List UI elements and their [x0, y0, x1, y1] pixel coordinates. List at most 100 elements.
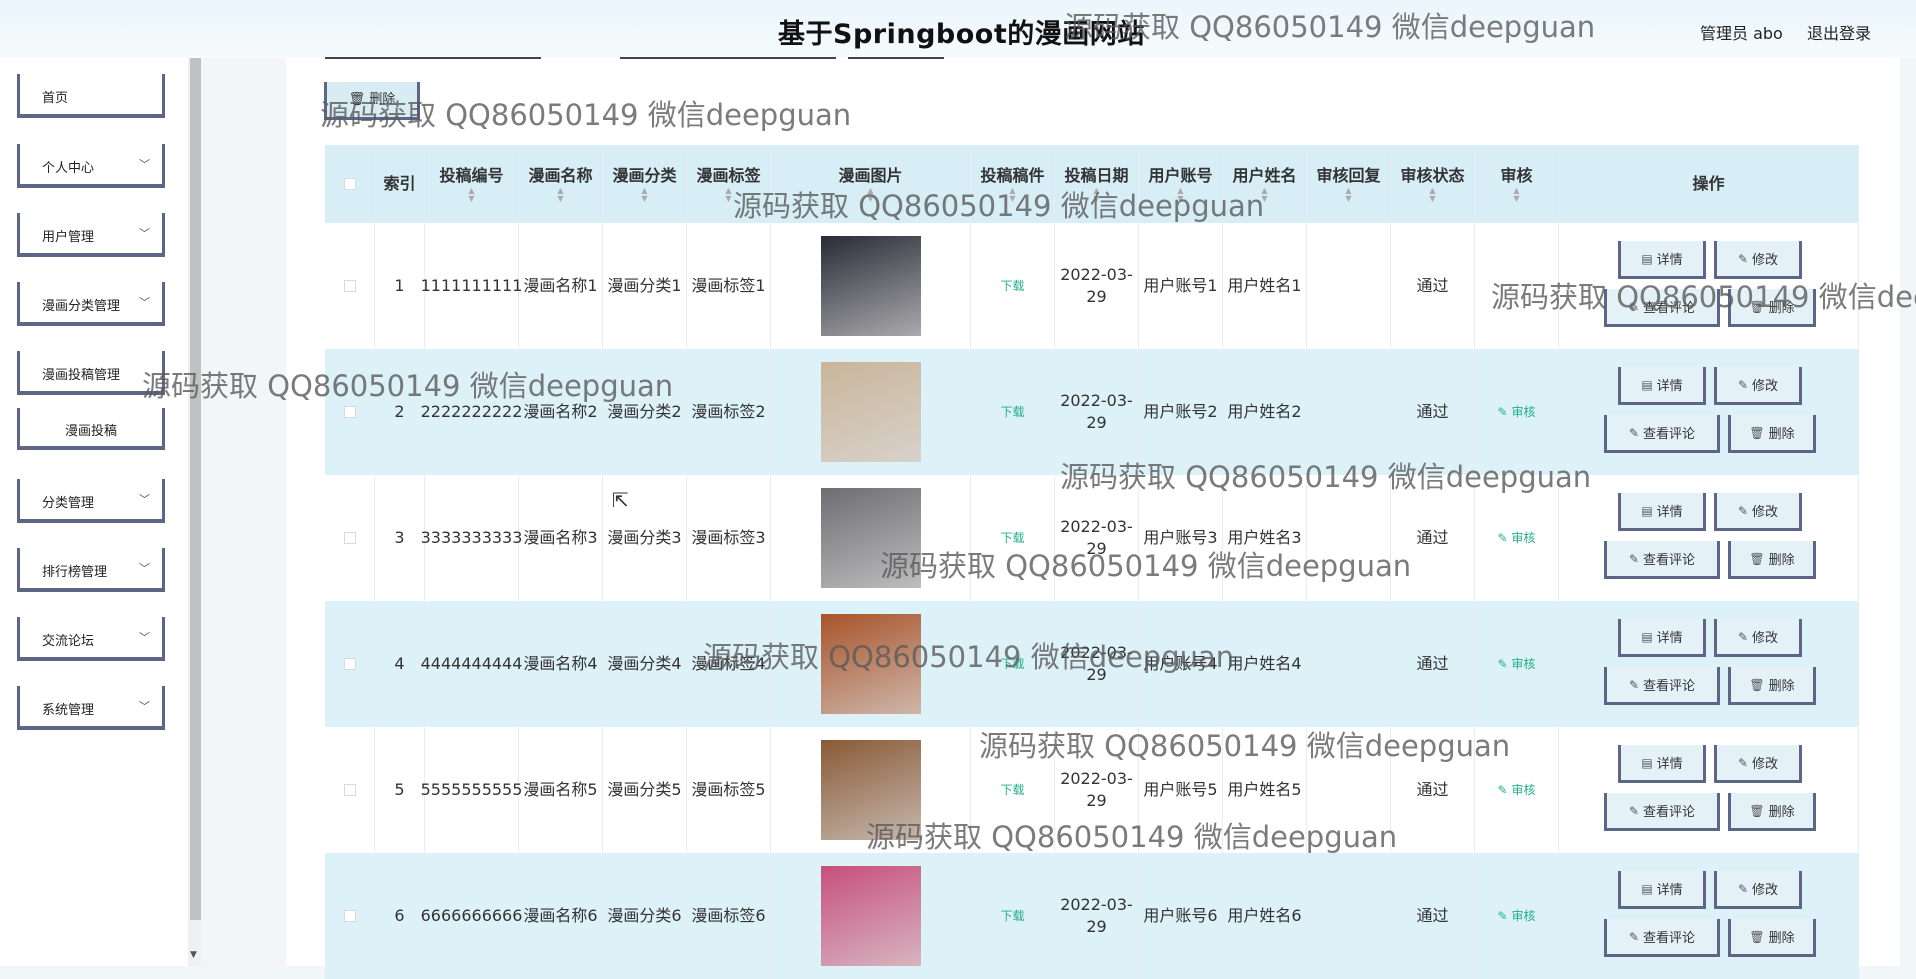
comic-cover-image[interactable]	[820, 488, 921, 588]
col-code[interactable]: 投稿编号 ▲ ▼	[425, 145, 519, 223]
select-all-checkbox[interactable]	[343, 178, 356, 190]
sidebar-item-ranking[interactable]: 排行榜管理 ﹀	[17, 548, 165, 592]
search-field-underline[interactable]	[620, 57, 836, 59]
sort-icon[interactable]: ▲ ▼	[1345, 187, 1351, 203]
col-category[interactable]: 漫画分类 ▲ ▼	[603, 145, 687, 223]
view-comments-button[interactable]: ✎ 查看评论	[1604, 667, 1720, 705]
sort-icon[interactable]: ▲ ▼	[557, 187, 563, 203]
edit-button-label: 修改	[1752, 631, 1779, 646]
edit-icon: ✎	[1737, 881, 1749, 896]
edit-button[interactable]: ✎ 修改	[1714, 871, 1802, 909]
col-file[interactable]: 投稿稿件 ▲ ▼	[971, 145, 1055, 223]
sort-icon[interactable]: ▲ ▼	[1093, 187, 1099, 203]
scroll-down-arrow-icon[interactable]: ▼	[190, 950, 197, 960]
col-name[interactable]: 漫画名称 ▲ ▼	[519, 145, 603, 223]
sort-icon[interactable]: ▲ ▼	[1261, 187, 1267, 203]
sort-icon[interactable]: ▲ ▼	[1009, 187, 1015, 203]
edit-button[interactable]: ✎ 修改	[1714, 745, 1802, 783]
edit-button[interactable]: ✎ 修改	[1714, 241, 1802, 279]
delete-button[interactable]: 🗑 删除	[1728, 919, 1816, 957]
sidebar-subitem-submission[interactable]: 漫画投稿	[17, 408, 165, 450]
view-comments-button[interactable]: ✎ 查看评论	[1604, 793, 1720, 831]
delete-button[interactable]: 🗑 删除	[1728, 415, 1816, 453]
col-username[interactable]: 用户姓名 ▲ ▼	[1223, 145, 1307, 223]
delete-button[interactable]: 🗑 删除	[1728, 793, 1816, 831]
detail-button[interactable]: ▤ 详情	[1618, 745, 1706, 783]
row-checkbox[interactable]	[343, 406, 356, 418]
search-field-underline[interactable]	[325, 57, 541, 59]
row-checkbox[interactable]	[343, 532, 356, 544]
col-tag[interactable]: 漫画标签 ▲ ▼	[687, 145, 771, 223]
sort-icon[interactable]: ▲ ▼	[1513, 187, 1519, 203]
col-date[interactable]: 投稿日期 ▲ ▼	[1055, 145, 1139, 223]
delete-button[interactable]: 🗑 删除	[1728, 289, 1816, 327]
audit-link[interactable]: ✎ 审核	[1498, 401, 1536, 423]
view-comments-button[interactable]: ✎ 查看评论	[1604, 919, 1720, 957]
cell-reply	[1307, 475, 1391, 601]
audit-link[interactable]: ✎ 审核	[1498, 527, 1536, 549]
sort-icon[interactable]: ▲ ▼	[867, 187, 873, 203]
row-checkbox[interactable]	[343, 910, 356, 922]
detail-button[interactable]: ▤ 详情	[1618, 871, 1706, 909]
detail-button[interactable]: ▤ 详情	[1618, 241, 1706, 279]
sidebar-item-forum[interactable]: 交流论坛 ﹀	[17, 617, 165, 661]
audit-link[interactable]: ✎ 审核	[1498, 653, 1536, 675]
download-link[interactable]: 下载	[1000, 779, 1024, 801]
row-checkbox[interactable]	[343, 784, 356, 796]
cell-category: 漫画分类6	[603, 853, 687, 979]
row-checkbox[interactable]	[343, 280, 356, 292]
comic-cover-image[interactable]	[820, 362, 921, 462]
sidebar-scrollbar-thumb[interactable]	[190, 58, 201, 920]
sidebar-item-users[interactable]: 用户管理 ﹀	[17, 213, 165, 257]
sidebar-item-system[interactable]: 系统管理 ﹀	[17, 686, 165, 730]
audit-link[interactable]: ✎ 审核	[1498, 905, 1536, 927]
download-link[interactable]: 下载	[1000, 275, 1024, 297]
col-image[interactable]: 漫画图片 ▲ ▼	[771, 145, 971, 223]
sort-icon[interactable]: ▲ ▼	[641, 187, 647, 203]
sidebar-item-categories[interactable]: 分类管理 ﹀	[17, 479, 165, 523]
edit-button[interactable]: ✎ 修改	[1714, 619, 1802, 657]
sidebar-item-submissions[interactable]: 漫画投稿管理	[17, 351, 165, 395]
batch-delete-button[interactable]: 🗑 删除	[324, 82, 420, 120]
download-link[interactable]: 下载	[1000, 527, 1024, 549]
detail-button[interactable]: ▤ 详情	[1618, 619, 1706, 657]
col-account[interactable]: 用户账号 ▲ ▼	[1139, 145, 1223, 223]
row-checkbox[interactable]	[343, 658, 356, 670]
col-reply[interactable]: 审核回复 ▲ ▼	[1307, 145, 1391, 223]
edit-button[interactable]: ✎ 修改	[1714, 493, 1802, 531]
edit-button[interactable]: ✎ 修改	[1714, 367, 1802, 405]
search-button-underline[interactable]	[848, 57, 944, 59]
delete-button[interactable]: 🗑 删除	[1728, 667, 1816, 705]
view-comments-button[interactable]: ✎ 查看评论	[1604, 289, 1720, 327]
sidebar-item-label: 用户管理	[42, 230, 95, 245]
comic-cover-image[interactable]	[820, 866, 921, 966]
view-comments-button[interactable]: ✎ 查看评论	[1604, 415, 1720, 453]
download-link[interactable]: 下载	[1000, 653, 1024, 675]
delete-button-label: 删除	[1768, 679, 1795, 694]
col-label: 审核回复	[1316, 166, 1381, 185]
sidebar-item-home[interactable]: 首页	[17, 74, 165, 118]
sort-icon[interactable]: ▲ ▼	[1177, 187, 1183, 203]
detail-button[interactable]: ▤ 详情	[1618, 367, 1706, 405]
comic-cover-image[interactable]	[820, 740, 921, 840]
delete-button[interactable]: 🗑 删除	[1728, 541, 1816, 579]
view-comments-button-label: 查看评论	[1643, 301, 1696, 316]
cell-category: 漫画分类1	[603, 223, 687, 349]
download-link[interactable]: 下载	[1000, 905, 1024, 927]
sidebar-item-profile[interactable]: 个人中心 ﹀	[17, 144, 165, 188]
download-link[interactable]: 下载	[1000, 401, 1024, 423]
sidebar-item-label: 首页	[42, 91, 69, 106]
cell-index: 2	[375, 349, 425, 475]
detail-button[interactable]: ▤ 详情	[1618, 493, 1706, 531]
sidebar-item-comic-category[interactable]: 漫画分类管理 ﹀	[17, 282, 165, 326]
col-audit[interactable]: 审核 ▲ ▼	[1475, 145, 1559, 223]
audit-link[interactable]: ✎ 审核	[1498, 779, 1536, 801]
comic-cover-image[interactable]	[820, 236, 921, 336]
sort-icon[interactable]: ▲ ▼	[1429, 187, 1435, 203]
view-comments-button[interactable]: ✎ 查看评论	[1604, 541, 1720, 579]
sort-icon[interactable]: ▲ ▼	[468, 187, 474, 203]
sort-icon[interactable]: ▲ ▼	[725, 187, 731, 203]
logout-link[interactable]: 退出登录	[1807, 20, 1871, 44]
comic-cover-image[interactable]	[820, 614, 921, 714]
col-status[interactable]: 审核状态 ▲ ▼	[1391, 145, 1475, 223]
